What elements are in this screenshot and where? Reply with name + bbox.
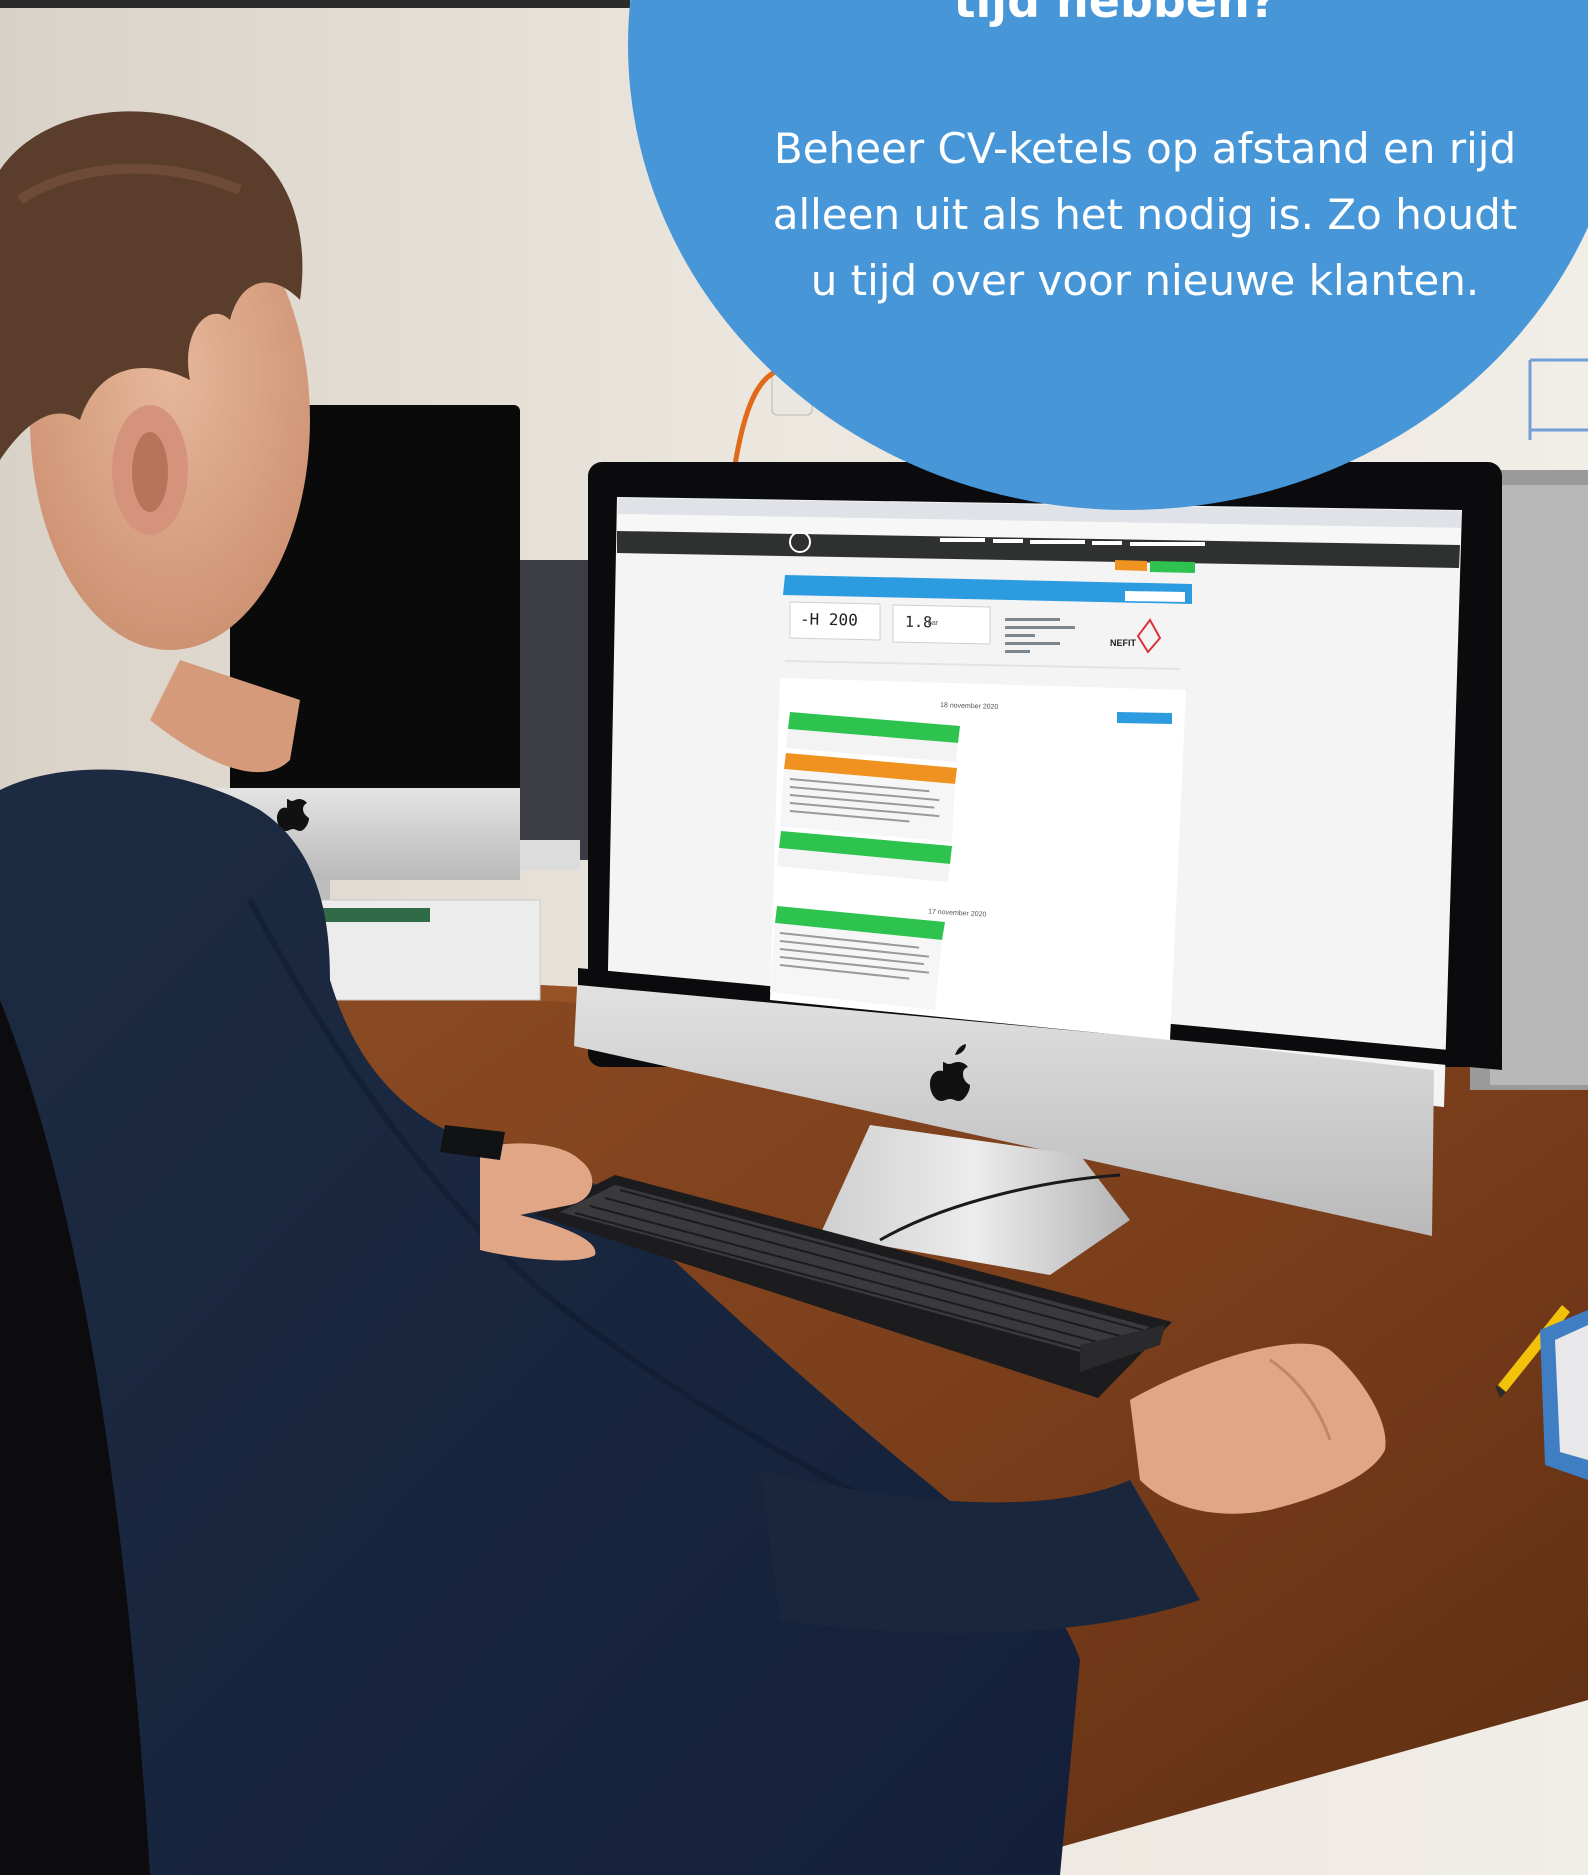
boiler-code-display: -H 200 (799, 609, 858, 630)
promo-heading: tijd hebben? (953, 0, 1277, 28)
nefit-logo: NEFIT (1110, 638, 1136, 648)
promo-body-text: Beheer CV-ketels op afstand en rijd alle… (720, 116, 1570, 314)
promo-body-line-2: alleen uit als het nodig is. Zo houdt (772, 190, 1518, 239)
promo-body-line-3: u tijd over voor nieuwe klanten. (810, 256, 1480, 305)
pressure-unit: bar (928, 620, 939, 627)
promo-body-line-1: Beheer CV-ketels op afstand en rijd (773, 124, 1517, 173)
